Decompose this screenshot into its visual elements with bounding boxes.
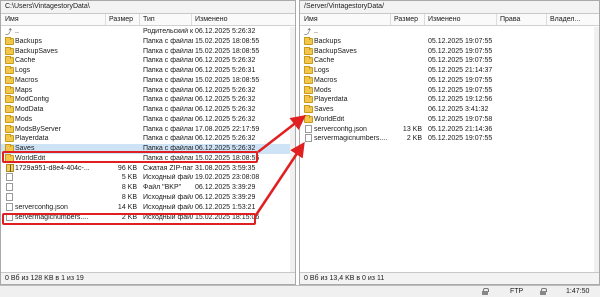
- annotation-arrows: [254, 114, 306, 216]
- saves-arrow: [257, 114, 306, 153]
- serverconfig-arrow: [254, 141, 305, 216]
